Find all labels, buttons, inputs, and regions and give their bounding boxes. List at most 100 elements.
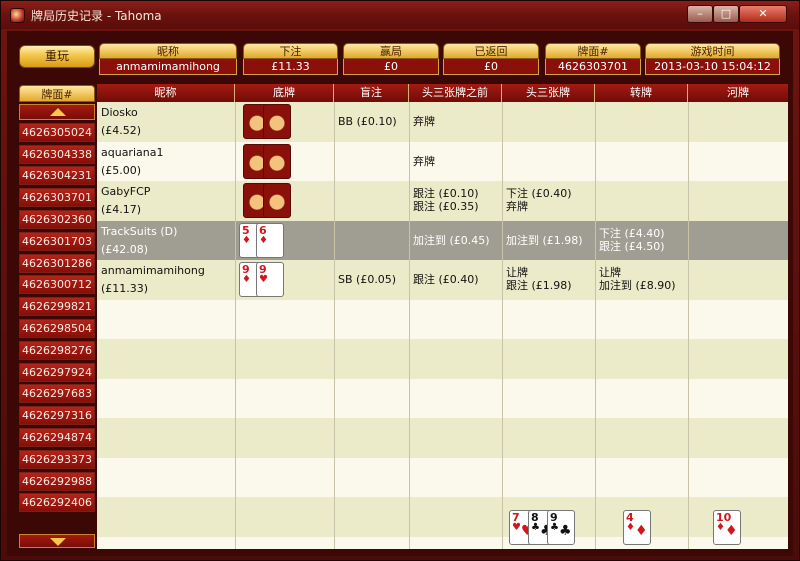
- hole-card: 9 ♥: [256, 262, 284, 297]
- player-name: GabyFCP: [101, 185, 151, 198]
- hand-list-header: 牌面#: [19, 85, 95, 102]
- hand-list-item[interactable]: 4626300712: [19, 275, 95, 295]
- card-pip-icon: ♦: [725, 523, 738, 539]
- header-value: anmamimamihong: [99, 59, 237, 75]
- table-row[interactable]: GabyFCP (£4.17) 跟注 (£0.10) 跟注 (£0.35) 下注 (£…: [97, 181, 788, 221]
- card-pip-icon: ♦: [635, 523, 648, 539]
- player-name: TrackSuits (D): [101, 224, 178, 238]
- hand-list-item[interactable]: 4626301286: [19, 253, 95, 273]
- table-row[interactable]: anmamimamihong (£11.33) SB (£0.05) 跟注 (£0.4…: [97, 260, 788, 300]
- player-stack: (£4.17): [101, 203, 142, 216]
- client-area: 重玩 昵称 anmamimamihong 下注 £11.33 赢局 £0 已返回…: [7, 31, 793, 556]
- hand-list-item[interactable]: 4626297683: [19, 384, 95, 404]
- minimize-button[interactable]: –: [687, 5, 713, 23]
- column-divider: [595, 102, 596, 549]
- empty-row: [97, 497, 788, 537]
- card-back-icon: [263, 143, 291, 179]
- preflop-action: 跟注 (£0.10) 跟注 (£0.35): [413, 187, 479, 213]
- header-game-time: 游戏时间 2013-03-10 15:04:12: [645, 43, 780, 77]
- hand-list-item[interactable]: 4626297924: [19, 362, 95, 382]
- hole-card: 6 ♦: [256, 222, 284, 258]
- hand-list-item[interactable]: 4626304231: [19, 166, 95, 186]
- hand-list-item[interactable]: 4626303701: [19, 188, 95, 208]
- empty-row: [97, 299, 788, 339]
- hand-list-item[interactable]: 4626297316: [19, 406, 95, 426]
- preflop-action: 加注到 (£0.45): [413, 233, 490, 247]
- empty-row: [97, 339, 788, 379]
- preflop-action: 弃牌: [413, 154, 435, 168]
- col-river: 河牌: [727, 86, 749, 99]
- replay-button[interactable]: 重玩: [19, 45, 95, 68]
- header-nickname: 昵称 anmamimamihong: [99, 43, 237, 77]
- column-divider: [409, 102, 410, 549]
- hand-list: 牌面# 4626305024 4626304338 4626304231 462630…: [19, 85, 95, 548]
- header-label: 已返回: [443, 43, 539, 59]
- card-suit-icon: ♦: [716, 522, 725, 533]
- empty-row: [97, 457, 788, 497]
- header-returned: 已返回 £0: [443, 43, 539, 77]
- col-preflop: 头三张牌之前: [409, 84, 502, 102]
- header-value: 2013-03-10 15:04:12: [645, 59, 780, 75]
- column-divider: [502, 102, 503, 549]
- hand-history-window: 牌局历史记录 - Tahoma – □ ✕ 重玩 昵称 anmamimamiho…: [0, 0, 800, 561]
- hand-list-item[interactable]: 4626298504: [19, 318, 95, 338]
- hand-detail-table: 昵称 底牌 盲注 头三张牌之前 头三张牌 转牌 河牌 Diosko (£4.52)…: [97, 84, 788, 549]
- turn-action: 让牌 加注到 (£8.90): [599, 266, 676, 292]
- hand-list-item[interactable]: 4626298276: [19, 340, 95, 360]
- title-bar[interactable]: 牌局历史记录 - Tahoma – □ ✕: [1, 1, 799, 29]
- card-pip-icon: ♣: [559, 523, 572, 539]
- flop-action: 加注到 (£1.98): [506, 233, 583, 247]
- header-value: 4626303701: [545, 59, 641, 75]
- maximize-button[interactable]: □: [713, 5, 739, 23]
- hand-list-item[interactable]: 4626304338: [19, 144, 95, 164]
- hand-list-item[interactable]: 4626301703: [19, 231, 95, 251]
- empty-row: [97, 378, 788, 418]
- table-row[interactable]: TrackSuits (D) (£42.08) 加注到 (£0.45) 加注到 (£1…: [97, 220, 788, 260]
- app-icon: [10, 8, 25, 23]
- col-nickname: 昵称: [97, 84, 235, 102]
- player-stack: (£5.00): [101, 163, 142, 177]
- col-hole-cards: 底牌: [235, 84, 334, 102]
- blind-action: SB (£0.05): [338, 273, 397, 286]
- hand-list-item[interactable]: 4626292988: [19, 471, 95, 491]
- column-divider: [334, 102, 335, 549]
- board-card: 10 ♦ ♦: [713, 510, 741, 545]
- col-blinds: 盲注: [334, 84, 409, 102]
- table-row[interactable]: Diosko (£4.52) BB (£0.10) 弃牌: [97, 102, 788, 142]
- hand-list-item[interactable]: 4626292406: [19, 493, 95, 513]
- column-divider: [235, 102, 236, 549]
- header-label: 赢局: [343, 43, 439, 59]
- card-back-icon: [263, 183, 291, 218]
- scroll-up-arrow-icon[interactable]: [19, 104, 95, 120]
- player-name: anmamimamihong: [101, 264, 205, 277]
- card-suit-icon: ♦: [242, 274, 251, 285]
- col-flop: 头三张牌: [502, 84, 595, 102]
- table-row[interactable]: aquariana1 (£5.00) 弃牌: [97, 141, 788, 181]
- turn-action: 下注 (£4.40) 跟注 (£4.50): [599, 226, 665, 253]
- table-header: 昵称 底牌 盲注 头三张牌之前 头三张牌 转牌 河牌: [97, 84, 788, 102]
- card-suit-icon: ♣: [531, 522, 540, 533]
- card-suit-icon: ♣: [550, 522, 559, 533]
- hand-list-item[interactable]: 4626305024: [19, 122, 95, 142]
- hand-list-item[interactable]: 4626302360: [19, 209, 95, 229]
- card-suit-icon: ♦: [242, 234, 251, 246]
- header-bet: 下注 £11.33: [243, 43, 338, 77]
- header-value: £0: [343, 59, 439, 75]
- header-label: 牌面#: [545, 43, 641, 59]
- scroll-down-arrow-icon[interactable]: [19, 534, 95, 548]
- blind-action: BB (£0.10): [338, 115, 397, 128]
- flop-action: 下注 (£0.40) 弃牌: [506, 187, 572, 213]
- hand-list-item[interactable]: 4626294874: [19, 427, 95, 447]
- hand-list-item[interactable]: 4626293373: [19, 449, 95, 469]
- board-card: 4 ♦ ♦: [623, 510, 651, 545]
- col-turn: 转牌: [595, 84, 688, 102]
- hand-list-item[interactable]: 4626299821: [19, 297, 95, 317]
- player-name: aquariana1: [101, 145, 164, 159]
- card-suit-icon: ♦: [259, 234, 268, 246]
- header-value: £0: [443, 59, 539, 75]
- header-label: 昵称: [99, 43, 237, 59]
- header-hand-number: 牌面# 4626303701: [545, 43, 641, 77]
- card-back-icon: [263, 104, 291, 139]
- close-button[interactable]: ✕: [739, 5, 787, 23]
- card-suit-icon: ♥: [259, 274, 268, 285]
